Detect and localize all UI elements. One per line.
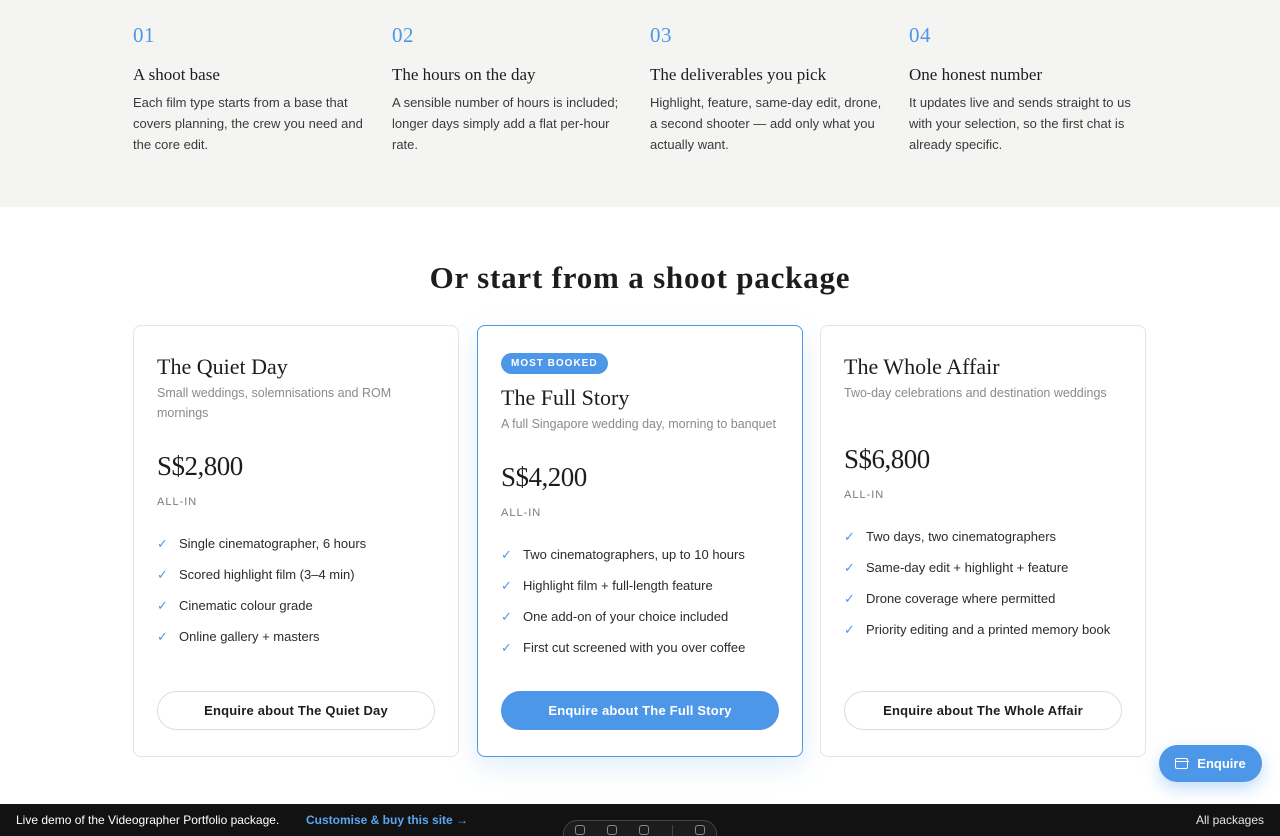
floating-enquire-button[interactable]: Enquire xyxy=(1159,745,1262,782)
check-icon: ✓ xyxy=(501,546,512,562)
packages-heading: Or start from a shoot package xyxy=(429,260,851,295)
feature-text: Two cinematographers, up to 10 hours xyxy=(523,547,745,562)
package-subtitle: Two-day celebrations and destination wed… xyxy=(844,386,1107,400)
most-booked-badge: MOST BOOKED xyxy=(501,353,608,374)
package-name: The Whole Affair xyxy=(844,354,1000,379)
step-3: 03 The deliverables you pick Highlight, … xyxy=(650,22,890,155)
feature-text: Same-day edit + highlight + feature xyxy=(866,560,1069,575)
feature-text: One add-on of your choice included xyxy=(523,609,729,624)
demo-bar: Live demo of the Videographer Portfolio … xyxy=(0,804,1280,836)
feature-item: ✓ Online gallery + masters xyxy=(157,621,435,652)
feature-item: ✓ Same-day edit + highlight + feature xyxy=(844,552,1122,583)
check-icon: ✓ xyxy=(501,577,512,593)
feature-item: ✓ Drone coverage where permitted xyxy=(844,583,1122,614)
all-packages-link[interactable]: All packages xyxy=(1196,813,1264,827)
enquire-quiet-day-button[interactable]: Enquire about The Quiet Day xyxy=(157,691,435,730)
price-note: ALL-IN xyxy=(501,507,542,519)
feature-text: Scored highlight film (3–4 min) xyxy=(179,567,355,582)
step-description: Highlight, feature, same-day edit, drone… xyxy=(650,95,882,152)
check-icon: ✓ xyxy=(844,621,855,637)
package-card-whole-affair: The Whole Affair Two-day celebrations an… xyxy=(820,325,1146,757)
step-title: A shoot base xyxy=(133,65,220,84)
package-card-full-story: MOST BOOKED The Full Story A full Singap… xyxy=(477,325,803,757)
package-name: The Full Story xyxy=(501,385,630,410)
dock-icon[interactable] xyxy=(575,825,586,835)
feature-item: ✓ First cut screened with you over coffee xyxy=(501,632,779,663)
feature-text: Two days, two cinematographers xyxy=(866,529,1057,544)
floating-enquire-label: Enquire xyxy=(1197,756,1246,771)
check-icon: ✓ xyxy=(501,608,512,624)
step-number: 02 xyxy=(392,23,414,47)
demo-bar-text: Live demo of the Videographer Portfolio … xyxy=(16,813,280,827)
enquire-whole-affair-button[interactable]: Enquire about The Whole Affair xyxy=(844,691,1122,730)
check-icon: ✓ xyxy=(844,590,855,606)
feature-text: Drone coverage where permitted xyxy=(866,591,1056,606)
step-description: It updates live and sends straight to us… xyxy=(909,95,1131,152)
feature-item: ✓ Two cinematographers, up to 10 hours xyxy=(501,539,779,570)
feature-item: ✓ Scored highlight film (3–4 min) xyxy=(157,559,435,590)
check-icon: ✓ xyxy=(157,566,168,582)
feature-item: ✓ Two days, two cinematographers xyxy=(844,521,1122,552)
feature-item: ✓ One add-on of your choice included xyxy=(501,601,779,632)
price-note: ALL-IN xyxy=(844,489,885,501)
feature-list: ✓ Two cinematographers, up to 10 hours ✓ H… xyxy=(501,539,779,663)
step-title: One honest number xyxy=(909,65,1043,84)
step-number: 04 xyxy=(909,23,931,47)
step-title: The hours on the day xyxy=(392,65,536,84)
step-4: 04 One honest number It updates live and… xyxy=(909,22,1149,155)
calendar-icon xyxy=(1174,758,1189,769)
step-2: 02 The hours on the day A sensible numbe… xyxy=(392,22,632,155)
dock-icon[interactable] xyxy=(607,825,618,835)
check-icon: ✓ xyxy=(844,559,855,575)
package-subtitle: A full Singapore wedding day, morning to… xyxy=(501,417,776,431)
dock-icon[interactable] xyxy=(639,825,650,835)
check-icon: ✓ xyxy=(157,535,168,551)
enquire-full-story-button[interactable]: Enquire about The Full Story xyxy=(501,691,779,730)
feature-text: Highlight film + full-length feature xyxy=(523,578,713,593)
check-icon: ✓ xyxy=(844,528,855,544)
step-number: 03 xyxy=(650,23,672,47)
check-icon: ✓ xyxy=(157,597,168,613)
how-it-works-section: 01 A shoot base Each film type starts fr… xyxy=(0,0,1280,207)
feature-text: Cinematic colour grade xyxy=(179,598,313,613)
step-number: 01 xyxy=(133,23,155,47)
package-price: S$6,800 xyxy=(844,444,930,474)
package-subtitle: Small weddings, solemnisations and ROM m… xyxy=(157,386,392,420)
feature-item: ✓ Single cinematographer, 6 hours xyxy=(157,528,435,559)
feature-text: Priority editing and a printed memory bo… xyxy=(866,622,1111,637)
feature-item: ✓ Highlight film + full-length feature xyxy=(501,570,779,601)
price-note: ALL-IN xyxy=(157,496,198,508)
step-1: 01 A shoot base Each film type starts fr… xyxy=(133,22,373,155)
step-title: The deliverables you pick xyxy=(650,65,827,84)
package-card-quiet-day: The Quiet Day Small weddings, solemnisat… xyxy=(133,325,459,757)
package-price: S$4,200 xyxy=(501,462,587,492)
customise-buy-link[interactable]: Customise & buy this site → xyxy=(306,813,468,827)
feature-text: Single cinematographer, 6 hours xyxy=(179,536,367,551)
feature-text: Online gallery + masters xyxy=(179,629,320,644)
feature-list: ✓ Two days, two cinematographers ✓ Same-da… xyxy=(844,521,1122,645)
step-description: Each film type starts from a base that c… xyxy=(133,95,363,152)
dock-divider xyxy=(671,825,673,836)
check-icon: ✓ xyxy=(157,628,168,644)
feature-item: ✓ Cinematic colour grade xyxy=(157,590,435,621)
demo-dock xyxy=(563,820,717,836)
package-price: S$2,800 xyxy=(157,451,243,481)
feature-item: ✓ Priority editing and a printed memory b… xyxy=(844,614,1122,645)
check-icon: ✓ xyxy=(501,639,512,655)
feature-text: First cut screened with you over coffee xyxy=(523,640,746,655)
feature-list: ✓ Single cinematographer, 6 hours ✓ Scored… xyxy=(157,528,435,652)
dock-icon[interactable] xyxy=(694,825,705,835)
package-name: The Quiet Day xyxy=(157,354,288,379)
step-description: A sensible number of hours is included; … xyxy=(392,95,619,152)
